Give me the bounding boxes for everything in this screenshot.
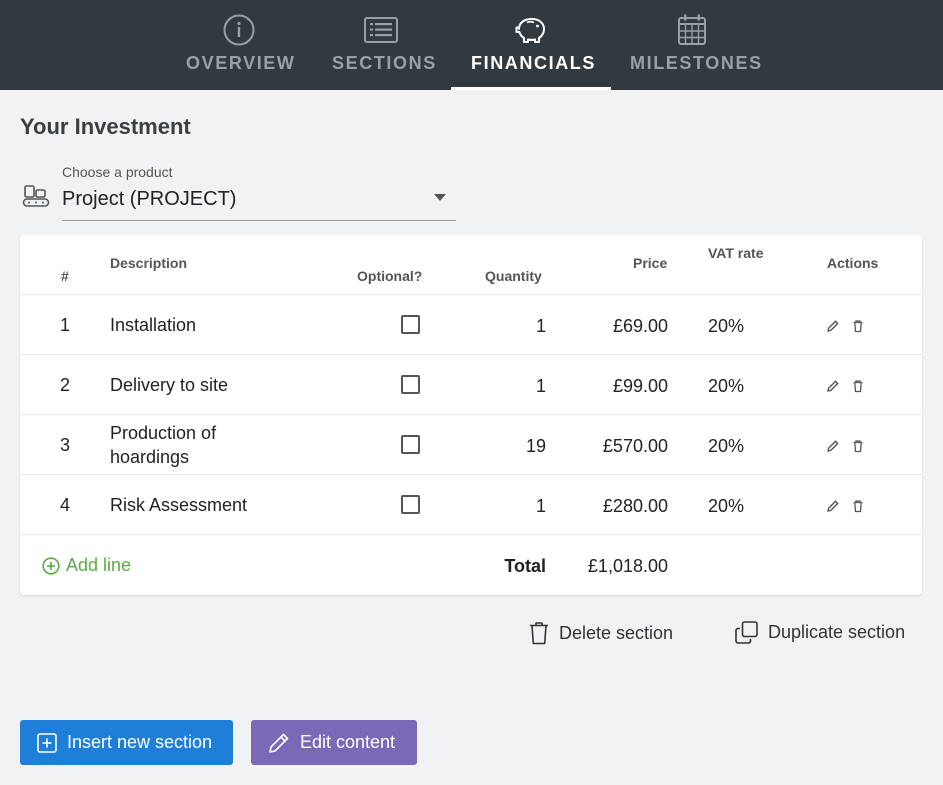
optional-checkbox[interactable] bbox=[401, 435, 420, 454]
row-vat: 20% bbox=[708, 496, 745, 516]
tab-label: FINANCIALS bbox=[471, 53, 596, 73]
row-quantity: 1 bbox=[535, 316, 546, 336]
page-title: Your Investment bbox=[20, 114, 191, 139]
row-description: Production of hoardings bbox=[110, 423, 217, 467]
row-number: 3 bbox=[60, 435, 71, 455]
optional-checkbox[interactable] bbox=[401, 375, 420, 394]
row-divider bbox=[20, 354, 922, 355]
edit-pencil-icon[interactable] bbox=[826, 439, 840, 453]
row-vat: 20% bbox=[708, 316, 745, 336]
edit-content-label: Edit content bbox=[300, 732, 396, 752]
total-label: Total bbox=[504, 556, 546, 576]
delete-trash-icon[interactable] bbox=[851, 499, 865, 513]
delete-section-button[interactable]: Delete section bbox=[529, 621, 673, 645]
tab-sections[interactable]: SECTIONS bbox=[332, 0, 435, 90]
row-number: 2 bbox=[60, 375, 71, 395]
duplicate-section-button[interactable]: Duplicate section bbox=[735, 621, 905, 644]
row-number: 1 bbox=[60, 315, 71, 335]
row-description: Installation bbox=[110, 315, 197, 335]
delete-trash-icon[interactable] bbox=[851, 379, 865, 393]
calendar-icon bbox=[678, 14, 706, 45]
duplicate-icon bbox=[735, 621, 758, 644]
row-quantity: 1 bbox=[535, 496, 546, 516]
pencil-icon bbox=[269, 733, 289, 753]
column-header-vat: VAT rate bbox=[708, 245, 764, 261]
row-divider bbox=[20, 294, 922, 295]
column-header-optional: Optional? bbox=[357, 268, 423, 284]
insert-new-section-label: Insert new section bbox=[67, 732, 213, 752]
column-header-price: Price bbox=[633, 255, 668, 271]
product-select-value: Project (PROJECT) bbox=[62, 188, 237, 210]
row-divider bbox=[20, 414, 922, 415]
row-divider bbox=[20, 534, 922, 535]
row-description: Risk Assessment bbox=[110, 495, 248, 515]
row-price: £99.00 bbox=[612, 376, 668, 396]
row-vat: 20% bbox=[708, 376, 745, 396]
row-divider bbox=[20, 474, 922, 475]
row-price: £280.00 bbox=[602, 496, 668, 516]
column-header-actions: Actions bbox=[827, 255, 879, 271]
tab-label: MILESTONES bbox=[630, 53, 763, 73]
add-line-label: Add line bbox=[66, 555, 132, 575]
column-header-description: Description bbox=[110, 255, 188, 271]
trash-icon bbox=[530, 622, 548, 645]
caret-down-icon bbox=[434, 194, 446, 201]
delete-trash-icon[interactable] bbox=[851, 439, 865, 453]
info-icon bbox=[223, 14, 255, 46]
delete-section-label: Delete section bbox=[559, 622, 674, 643]
delete-trash-icon[interactable] bbox=[851, 319, 865, 333]
plus-circle-icon bbox=[42, 556, 60, 575]
line-items-table: # Description Optional? Quantity Price V… bbox=[20, 235, 922, 595]
total-value: £1,018.00 bbox=[587, 556, 668, 576]
top-nav: OVERVIEW SECTIONS FINANCIALS MILESTONES bbox=[0, 0, 943, 90]
plus-square-icon bbox=[37, 732, 57, 753]
product-icon bbox=[22, 185, 50, 207]
row-vat: 20% bbox=[708, 436, 745, 456]
active-tab-indicator bbox=[451, 87, 611, 90]
row-quantity: 19 bbox=[525, 436, 546, 456]
optional-checkbox[interactable] bbox=[401, 315, 420, 334]
edit-pencil-icon[interactable] bbox=[826, 319, 840, 333]
insert-new-section-button[interactable]: Insert new section bbox=[20, 720, 233, 765]
product-select[interactable]: Project (PROJECT) bbox=[62, 184, 456, 221]
piggy-bank-icon bbox=[515, 18, 545, 43]
row-price: £69.00 bbox=[612, 316, 668, 336]
edit-pencil-icon[interactable] bbox=[826, 379, 840, 393]
column-header-number: # bbox=[61, 268, 69, 284]
row-number: 4 bbox=[60, 495, 71, 515]
tab-label: SECTIONS bbox=[332, 53, 437, 73]
column-header-quantity: Quantity bbox=[485, 268, 542, 284]
row-price: £570.00 bbox=[602, 436, 668, 456]
tab-overview[interactable]: OVERVIEW bbox=[186, 0, 294, 90]
tab-financials[interactable]: FINANCIALS bbox=[451, 0, 611, 90]
edit-pencil-icon[interactable] bbox=[826, 499, 840, 513]
tab-milestones[interactable]: MILESTONES bbox=[630, 0, 761, 90]
row-quantity: 1 bbox=[535, 376, 546, 396]
duplicate-section-label: Duplicate section bbox=[768, 622, 906, 642]
edit-content-button[interactable]: Edit content bbox=[251, 720, 417, 765]
row-description: Delivery to site bbox=[110, 375, 229, 395]
list-icon bbox=[364, 17, 398, 43]
tab-label: OVERVIEW bbox=[186, 53, 296, 73]
add-line-button[interactable]: Add line bbox=[42, 555, 131, 576]
product-select-label: Choose a product bbox=[62, 164, 173, 180]
optional-checkbox[interactable] bbox=[401, 495, 420, 514]
